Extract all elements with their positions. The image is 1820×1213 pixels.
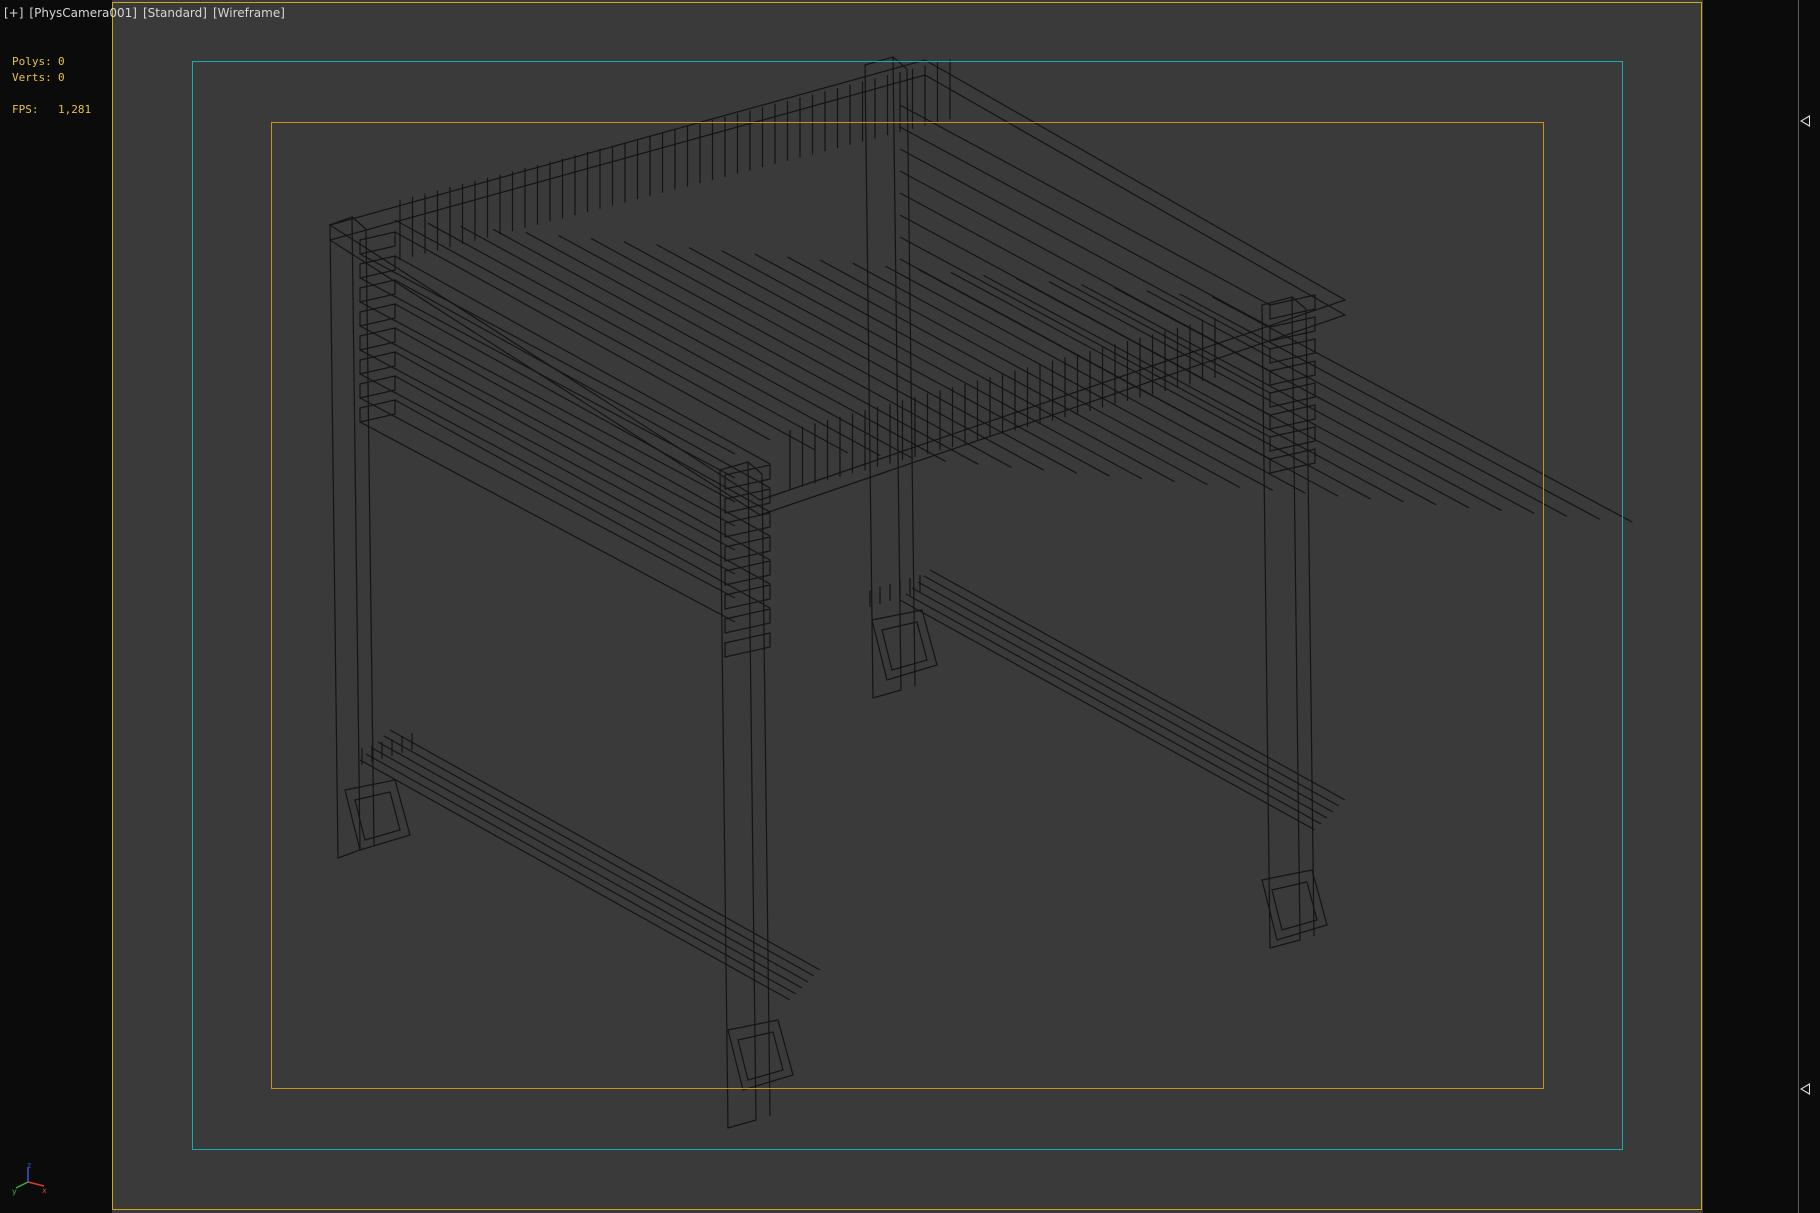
polys-label: Polys:	[12, 55, 52, 68]
wireframe-model	[328, 56, 1633, 1129]
fps-stat: FPS: 1,281	[12, 102, 91, 118]
viewport-canvas[interactable]	[112, 0, 1703, 1213]
axis-z-label: z	[27, 1161, 31, 1170]
left-panel	[0, 0, 112, 1213]
camera-label-button[interactable]: [PhysCamera001]	[29, 6, 137, 24]
axis-x-label: x	[42, 1186, 47, 1195]
verts-value: 0	[58, 71, 65, 84]
viewport-label: [+] [PhysCamera001] [Standard] [Wirefram…	[4, 6, 285, 24]
verts-stat: Verts: 0	[12, 70, 91, 86]
verts-label: Verts:	[12, 71, 52, 84]
shading-label-button[interactable]: [Standard]	[143, 6, 207, 24]
fps-value: 1,281	[58, 103, 92, 116]
polys-value: 0	[58, 55, 65, 68]
stats-overlay: Polys: 0 Verts: 0 FPS: 1,281	[12, 54, 91, 118]
right-panel	[1703, 0, 1820, 1213]
viewport-bottom-marker-icon[interactable]	[1800, 1083, 1810, 1095]
axis-gizmo-icon: z x y	[12, 1161, 47, 1196]
polys-stat: Polys: 0	[12, 54, 91, 70]
viewport-menu-button[interactable]: [+]	[4, 6, 23, 24]
viewport-top-marker-icon[interactable]	[1800, 115, 1810, 127]
display-mode-button[interactable]: [Wireframe]	[213, 6, 285, 24]
fps-label: FPS:	[12, 103, 39, 116]
axis-y-label: y	[12, 1187, 17, 1196]
right-divider	[1798, 0, 1799, 1213]
